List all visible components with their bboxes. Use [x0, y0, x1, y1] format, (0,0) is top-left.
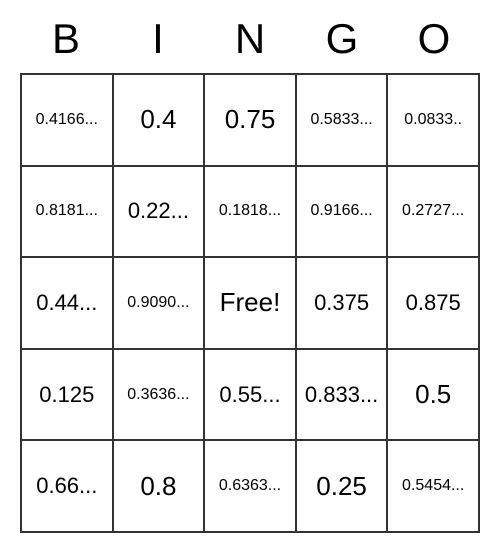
bingo-cell: 0.1818...	[204, 166, 296, 258]
bingo-cell: 0.4	[113, 74, 205, 166]
bingo-header-row: B I N G O	[20, 15, 480, 63]
bingo-cell: 0.125	[21, 349, 113, 441]
bingo-cell: 0.55...	[204, 349, 296, 441]
header-b: B	[20, 15, 112, 63]
bingo-cell: 0.5454...	[387, 440, 479, 532]
bingo-cell: 0.8	[113, 440, 205, 532]
bingo-cell: Free!	[204, 257, 296, 349]
bingo-grid: 0.4166...0.40.750.5833...0.0833.. 0.8181.…	[20, 73, 480, 533]
bingo-cell: 0.66...	[21, 440, 113, 532]
bingo-cell: 0.25	[296, 440, 388, 532]
bingo-cell: 0.833...	[296, 349, 388, 441]
header-i: I	[112, 15, 204, 63]
bingo-cell: 0.22...	[113, 166, 205, 258]
bingo-cell: 0.5	[387, 349, 479, 441]
bingo-cell: 0.375	[296, 257, 388, 349]
bingo-cell: 0.0833..	[387, 74, 479, 166]
bingo-cell: 0.6363...	[204, 440, 296, 532]
bingo-cell: 0.4166...	[21, 74, 113, 166]
bingo-cell: 0.9090...	[113, 257, 205, 349]
bingo-cell: 0.5833...	[296, 74, 388, 166]
header-g: G	[296, 15, 388, 63]
bingo-card: B I N G O 0.4166...0.40.750.5833...0.083…	[20, 15, 480, 533]
bingo-cell: 0.2727...	[387, 166, 479, 258]
bingo-cell: 0.8181...	[21, 166, 113, 258]
bingo-cell: 0.44...	[21, 257, 113, 349]
bingo-cell: 0.875	[387, 257, 479, 349]
header-o: O	[388, 15, 480, 63]
bingo-cell: 0.9166...	[296, 166, 388, 258]
header-n: N	[204, 15, 296, 63]
bingo-cell: 0.3636...	[113, 349, 205, 441]
bingo-cell: 0.75	[204, 74, 296, 166]
